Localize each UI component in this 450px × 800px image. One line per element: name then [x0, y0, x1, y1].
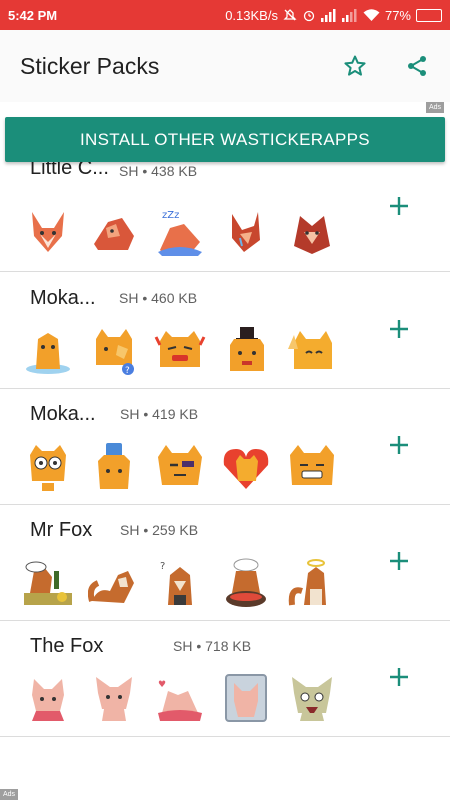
pack-name: Little C...	[30, 162, 109, 179]
battery-percent: 77%	[384, 7, 411, 23]
sticker-pack-row[interactable]: Moka... SH • 419 KB	[0, 389, 450, 505]
pack-meta: SH • 259 KB	[120, 522, 199, 538]
fox-sticker-icon	[232, 212, 260, 252]
fox-sticker-icon	[32, 212, 64, 252]
signal-icon-2	[341, 8, 358, 22]
cat-bored-sticker-icon	[158, 445, 202, 485]
add-pack-plus-icon[interactable]	[386, 548, 412, 574]
sticker-preview-strip	[22, 441, 338, 493]
cat-sticker-icon	[26, 333, 70, 374]
sticker-preview-strip: ?	[22, 325, 338, 377]
cat-sticker-icon: ?	[96, 329, 134, 376]
pack-name: The Fox	[30, 635, 104, 657]
fox-thinking-sticker-icon: ?	[160, 561, 192, 605]
cat-waving-sticker-icon	[288, 331, 332, 369]
fox-sticker-icon	[94, 218, 134, 250]
install-other-wastickerapps-button[interactable]: INSTALL OTHER WASTICKERAPPS	[5, 117, 445, 162]
fox-chef-sticker-icon	[226, 558, 266, 607]
sticker-pack-row[interactable]: Little C... SH • 438 KB zZz	[0, 162, 450, 272]
add-pack-plus-icon[interactable]	[386, 193, 412, 219]
pink-fox-window-sticker-icon	[225, 674, 267, 722]
alarm-icon	[302, 8, 316, 22]
cat-top-hat-sticker-icon	[230, 327, 264, 371]
pink-fox-sticker-icon	[32, 679, 64, 721]
app-bar: Sticker Packs	[0, 30, 450, 102]
fox-sleeping-sticker-icon: zZz	[158, 210, 202, 256]
pack-meta: SH • 460 KB	[119, 290, 198, 306]
signal-icon	[320, 8, 337, 22]
fox-angel-sticker-icon	[288, 559, 326, 606]
fox-lounging-sticker-icon	[88, 571, 134, 603]
network-speed: 0.13KB/s	[225, 7, 278, 23]
sticker-pack-row[interactable]: The Fox SH • 718 KB ♥	[0, 621, 450, 737]
sticker-preview-strip: zZz	[22, 206, 338, 258]
page-title: Sticker Packs	[20, 52, 160, 79]
status-bar: 5:42 PM 0.13KB/s 77%	[0, 0, 450, 30]
wifi-icon	[363, 8, 380, 22]
pink-fox-sticker-icon	[96, 677, 132, 721]
sticker-preview-strip: ♥	[22, 673, 338, 725]
add-pack-plus-icon[interactable]	[386, 664, 412, 690]
sticker-pack-list[interactable]: Little C... SH • 438 KB zZz Moka... SH •…	[0, 162, 450, 800]
battery-icon	[416, 8, 442, 22]
add-pack-plus-icon[interactable]	[386, 316, 412, 342]
svg-text:zZz: zZz	[162, 210, 179, 221]
sticker-preview-strip: ?	[22, 557, 338, 609]
star-outline-icon[interactable]	[342, 53, 368, 79]
pack-name: Mr Fox	[30, 519, 93, 541]
fox-party-sticker-icon	[24, 561, 72, 605]
pack-meta: SH • 718 KB	[173, 638, 252, 654]
cat-heart-sticker-icon	[223, 449, 269, 489]
zombie-fox-sticker-icon	[292, 677, 332, 721]
bottom-ads-badge[interactable]: Ads	[0, 789, 19, 800]
sticker-pack-row[interactable]: Mr Fox SH • 259 KB ?	[0, 505, 450, 621]
cat-coffee-sticker-icon	[98, 443, 130, 489]
share-icon[interactable]	[404, 53, 430, 79]
pack-meta: SH • 419 KB	[120, 406, 199, 422]
pink-fox-sleeping-sticker-icon: ♥	[158, 680, 202, 721]
status-time: 5:42 PM	[8, 7, 58, 23]
ads-badge[interactable]: Ads	[425, 102, 444, 113]
cat-shocked-sticker-icon	[30, 445, 66, 491]
svg-text:?: ?	[160, 561, 165, 572]
pack-meta: SH • 438 KB	[119, 163, 198, 179]
status-icons: 0.13KB/s 77%	[225, 8, 442, 23]
pack-name: Moka...	[30, 287, 96, 309]
pack-name: Moka...	[30, 403, 96, 425]
svg-text:?: ?	[125, 366, 130, 376]
add-pack-plus-icon[interactable]	[386, 432, 412, 458]
mute-icon	[283, 8, 297, 22]
sticker-pack-row[interactable]: Moka... SH • 460 KB ?	[0, 273, 450, 389]
cat-grinning-sticker-icon	[290, 445, 334, 485]
svg-text:♥: ♥	[158, 680, 166, 690]
fox-sticker-icon	[294, 216, 330, 254]
cat-angry-sticker-icon	[154, 331, 206, 367]
